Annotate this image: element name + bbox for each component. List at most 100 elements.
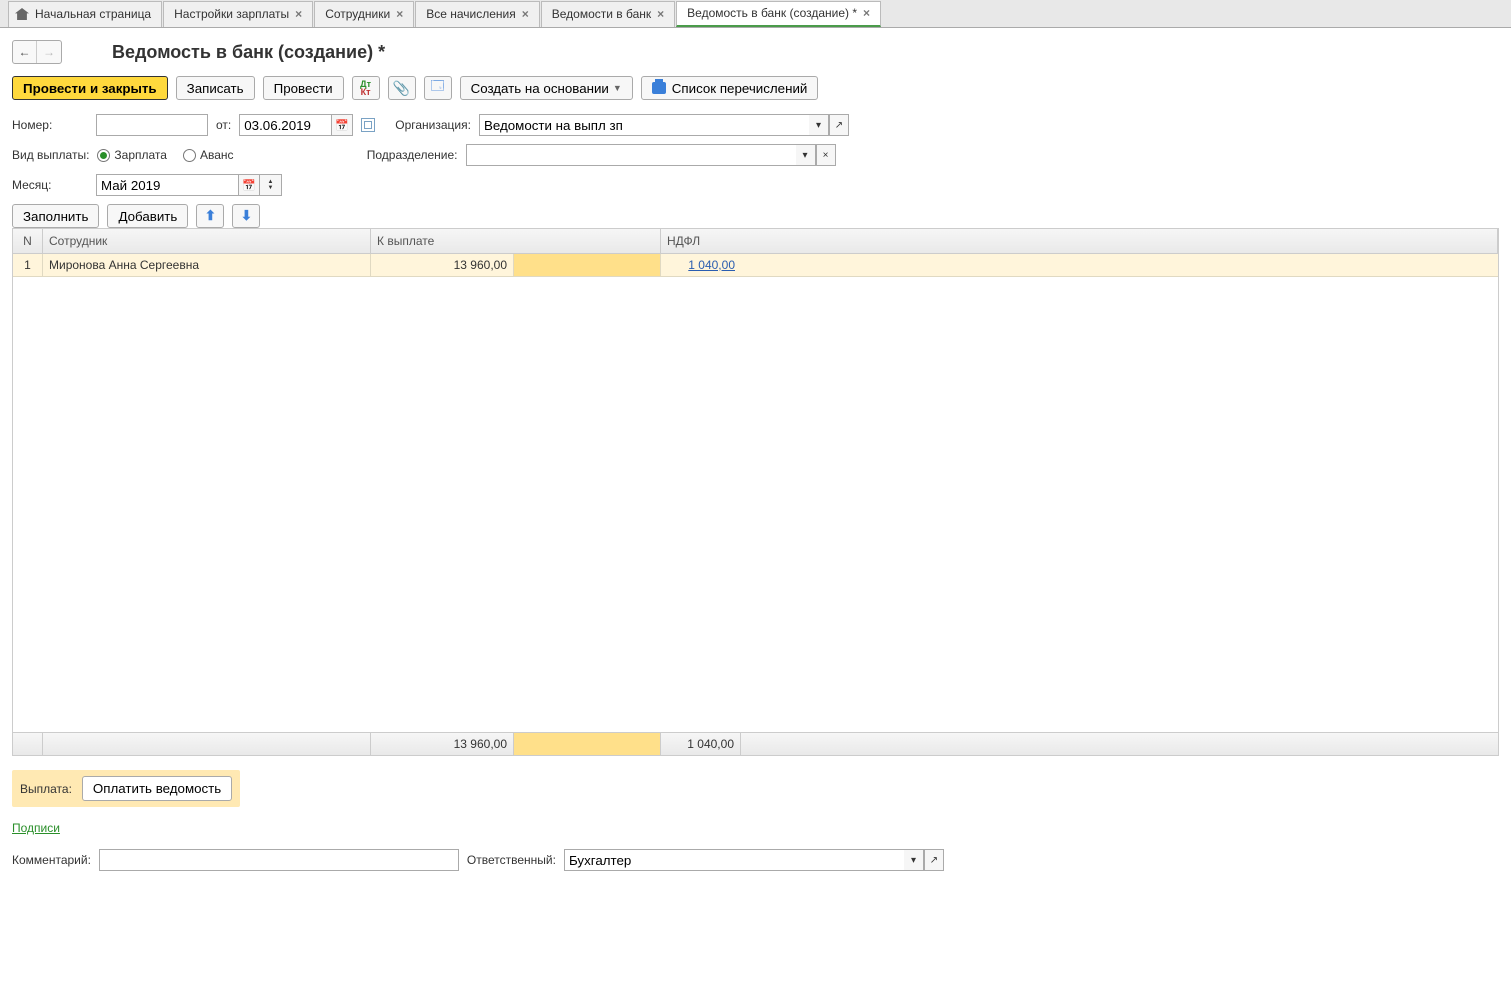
tab-bank-lists[interactable]: Ведомости в банк × <box>541 1 675 27</box>
radio-unchecked-icon <box>183 149 196 162</box>
dropdown-button[interactable]: ▾ <box>904 849 924 871</box>
cell-pay-extra[interactable] <box>514 254 661 276</box>
chevron-down-icon: ▾ <box>816 120 821 131</box>
command-bar: Провести и закрыть Записать Провести ДтК… <box>12 76 1499 100</box>
radio-advance[interactable]: Аванс <box>183 148 234 162</box>
table-body[interactable]: 1 Миронова Анна Сергеевна 13 960,00 1 04… <box>13 254 1498 732</box>
arrow-up-icon: ⬆ <box>205 208 216 224</box>
tax-link[interactable]: 1 040,00 <box>688 258 735 272</box>
radio-label: Зарплата <box>114 148 167 162</box>
cell-tax[interactable]: 1 040,00 <box>661 254 741 276</box>
calendar-button[interactable]: 📅 <box>331 114 353 136</box>
arrow-left-icon: ← <box>19 45 31 59</box>
signatures-link[interactable]: Подписи <box>12 821 60 835</box>
tab-label: Начальная страница <box>35 7 151 21</box>
paytype-radio-group: Зарплата Аванс <box>97 148 233 162</box>
clear-button[interactable]: × <box>816 144 836 166</box>
date-input[interactable] <box>239 114 331 136</box>
calendar-button[interactable]: 📅 <box>238 174 260 196</box>
pay-statement-button[interactable]: Оплатить ведомость <box>82 776 232 801</box>
close-icon[interactable]: × <box>522 7 529 21</box>
comment-input[interactable] <box>99 849 459 871</box>
move-down-button[interactable]: ⬇ <box>232 204 260 228</box>
number-input[interactable] <box>96 114 208 136</box>
cell-employee[interactable]: Миронова Анна Сергеевна <box>43 254 371 276</box>
clear-icon: × <box>823 150 829 161</box>
cell-n: 1 <box>13 254 43 276</box>
resp-label: Ответственный: <box>467 853 556 867</box>
dropdown-button[interactable]: ▾ <box>796 144 816 166</box>
footer-rest <box>741 733 1498 755</box>
fill-button[interactable]: Заполнить <box>12 204 99 228</box>
close-icon[interactable]: × <box>863 6 870 20</box>
footer-pay: 13 960,00 <box>371 733 514 755</box>
create-based-button[interactable]: Создать на основании ▼ <box>460 76 633 100</box>
attach-button[interactable]: 📎 <box>388 76 416 100</box>
subdivision-input[interactable] <box>466 144 796 166</box>
radio-salary[interactable]: Зарплата <box>97 148 167 162</box>
close-icon[interactable]: × <box>657 7 664 21</box>
col-employee[interactable]: Сотрудник <box>43 229 371 253</box>
button-label: Создать на основании <box>471 81 609 96</box>
month-input[interactable] <box>96 174 238 196</box>
post-and-close-button[interactable]: Провести и закрыть <box>12 76 168 100</box>
tab-accruals[interactable]: Все начисления× <box>415 1 540 27</box>
back-button[interactable]: ← <box>13 41 37 63</box>
number-label: Номер: <box>12 118 88 132</box>
payment-panel: Выплата: Оплатить ведомость <box>12 770 240 807</box>
close-icon[interactable]: × <box>295 7 302 21</box>
radio-label: Аванс <box>200 148 234 162</box>
close-icon[interactable]: × <box>396 7 403 21</box>
footer-emp <box>43 733 371 755</box>
col-pay[interactable]: К выплате <box>371 229 661 253</box>
arrow-right-icon: → <box>43 45 55 59</box>
cell-pay[interactable]: 13 960,00 <box>371 254 514 276</box>
tab-label: Ведомости в банк <box>552 7 651 21</box>
printer-icon <box>652 82 666 94</box>
related-icon: 🗔 <box>431 77 445 99</box>
col-number[interactable]: N <box>13 229 43 253</box>
organization-input[interactable] <box>479 114 809 136</box>
tab-label: Ведомость в банк (создание) * <box>687 6 857 20</box>
spinner-button[interactable]: ▲▼ <box>260 174 282 196</box>
tab-bar: Начальная страница Настройки зарплаты× С… <box>0 0 1511 28</box>
related-button[interactable]: 🗔 <box>424 76 452 100</box>
footer-n <box>13 733 43 755</box>
button-label: Список перечислений <box>672 81 808 96</box>
responsible-input[interactable] <box>564 849 904 871</box>
from-label: от: <box>216 118 231 132</box>
month-label: Месяц: <box>12 178 88 192</box>
open-button[interactable]: ↗ <box>829 114 849 136</box>
tab-bank-list-new[interactable]: Ведомость в банк (создание) * × <box>676 1 881 27</box>
move-up-button[interactable]: ⬆ <box>196 204 224 228</box>
col-tax[interactable]: НДФЛ <box>661 229 1498 253</box>
employees-table: N Сотрудник К выплате НДФЛ 1 Миронова Ан… <box>12 228 1499 756</box>
comment-label: Комментарий: <box>12 853 91 867</box>
open-icon: ↗ <box>930 855 938 866</box>
calendar-icon: 📅 <box>335 119 349 132</box>
tab-home[interactable]: Начальная страница <box>8 1 162 27</box>
nav-history: ← → <box>12 40 62 64</box>
tab-label: Сотрудники <box>325 7 390 21</box>
dropdown-button[interactable]: ▾ <box>809 114 829 136</box>
table-row[interactable]: 1 Миронова Анна Сергеевна 13 960,00 1 04… <box>13 254 1498 277</box>
forward-button[interactable]: → <box>37 41 61 63</box>
page-body: ← → Ведомость в банк (создание) * Провес… <box>0 28 1511 879</box>
dt-kt-button[interactable]: ДтКт <box>352 76 380 100</box>
open-button[interactable]: ↗ <box>924 849 944 871</box>
paperclip-icon: 📎 <box>393 80 410 97</box>
calendar-icon: 📅 <box>242 179 256 192</box>
tab-payroll-settings[interactable]: Настройки зарплаты× <box>163 1 313 27</box>
open-icon: ↗ <box>835 120 843 131</box>
chevron-down-icon: ▼ <box>613 83 622 93</box>
footer-pay2 <box>514 733 661 755</box>
save-button[interactable]: Записать <box>176 76 255 100</box>
add-row-button[interactable]: Добавить <box>107 204 188 228</box>
table-header: N Сотрудник К выплате НДФЛ <box>13 229 1498 254</box>
transfer-list-button[interactable]: Список перечислений <box>641 76 819 100</box>
post-button[interactable]: Провести <box>263 76 344 100</box>
tab-employees[interactable]: Сотрудники × <box>314 1 414 27</box>
org-label: Организация: <box>395 118 471 132</box>
sub-label: Подразделение: <box>358 148 458 162</box>
footer-tax: 1 040,00 <box>661 733 741 755</box>
